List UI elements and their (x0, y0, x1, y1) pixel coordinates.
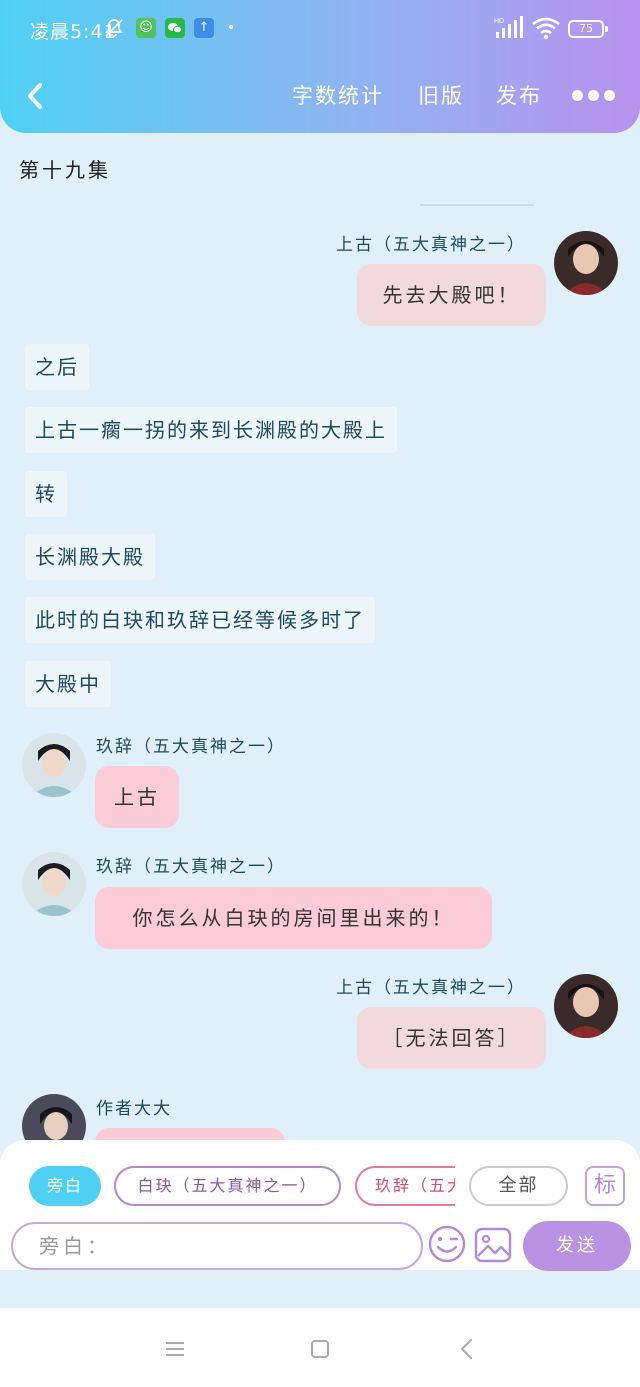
message-bubble[interactable]: 你怎么从白玦的房间里出来的！ (95, 887, 492, 949)
app-icon: ☺ (136, 18, 156, 38)
all-roles-button[interactable]: 全部 (469, 1166, 568, 1206)
top-nav: 字数统计 旧版 发布 (0, 68, 640, 124)
avatar-jiuci[interactable] (22, 852, 86, 916)
send-button[interactable]: 发送 (523, 1221, 631, 1271)
narration-line[interactable]: 此时的白玦和玖辞已经等候多时了 (25, 597, 375, 643)
signal-icon: HD (494, 16, 523, 38)
network-label: HD (494, 18, 504, 25)
image-icon[interactable] (473, 1226, 513, 1264)
avatar-jiuci[interactable] (22, 733, 86, 797)
narration-line[interactable]: 上古一瘸一拐的来到长渊殿的大殿上 (25, 407, 397, 453)
narration-line[interactable]: 长渊殿大殿 (25, 534, 155, 580)
message-input[interactable] (11, 1222, 423, 1270)
mark-button[interactable]: 标 (585, 1166, 625, 1206)
chevron-left-icon[interactable] (18, 76, 54, 116)
header: 凌晨5:41 ☺ ↑ • HD 75 字数统计 旧版 发布 (0, 0, 640, 133)
chapter-title: 第十九集 (19, 158, 111, 182)
input-panel: 旁白 白玦（五大真神之一） 玖辞（五大真神之一） 全部 标 发送 (0, 1140, 640, 1271)
status-bar: 凌晨5:41 ☺ ↑ • HD 75 (0, 0, 640, 58)
emoji-wink-icon[interactable] (427, 1224, 467, 1264)
message-bubble[interactable]: ［无法回答］ (357, 1007, 546, 1069)
wifi-icon (532, 17, 560, 40)
narration-line[interactable]: 转 (25, 471, 67, 517)
home-square-icon[interactable] (305, 1334, 335, 1364)
battery-icon: 75 (568, 20, 608, 38)
dot-icon: • (226, 20, 236, 36)
battery-level: 75 (579, 22, 593, 35)
divider (420, 204, 534, 206)
role-chip-baijue[interactable]: 白玦（五大真神之一） (114, 1166, 341, 1206)
narration-line[interactable]: 之后 (25, 344, 89, 390)
upload-icon: ↑ (194, 18, 214, 38)
old-version-button[interactable]: 旧版 (418, 80, 464, 110)
more-dots-icon[interactable] (572, 86, 622, 106)
avatar-shanggu[interactable] (554, 974, 618, 1038)
narration-line[interactable]: 大殿中 (25, 661, 111, 707)
muted-bell-icon (104, 18, 124, 38)
speaker-name: 上古（五大真神之一） (336, 978, 526, 998)
word-count-button[interactable]: 字数统计 (292, 80, 384, 110)
menu-icon[interactable] (160, 1334, 190, 1364)
wechat-icon (165, 18, 185, 38)
message-bubble[interactable]: 先去大殿吧！ (357, 264, 546, 326)
message-bubble[interactable]: 上古 (95, 766, 179, 828)
speaker-name: 玖辞（五大真神之一） (96, 857, 286, 877)
role-chip-jiuci[interactable]: 玖辞（五大真神之一） (355, 1166, 455, 1206)
avatar-shanggu[interactable] (554, 231, 618, 295)
role-chip-narration[interactable]: 旁白 (29, 1166, 101, 1206)
system-nav-bar (0, 1308, 640, 1387)
speaker-name: 玖辞（五大真神之一） (96, 737, 286, 757)
publish-button[interactable]: 发布 (496, 80, 542, 110)
back-triangle-icon[interactable] (452, 1334, 482, 1364)
speaker-name: 作者大大 (96, 1099, 172, 1119)
speaker-name: 上古（五大真神之一） (336, 235, 526, 255)
